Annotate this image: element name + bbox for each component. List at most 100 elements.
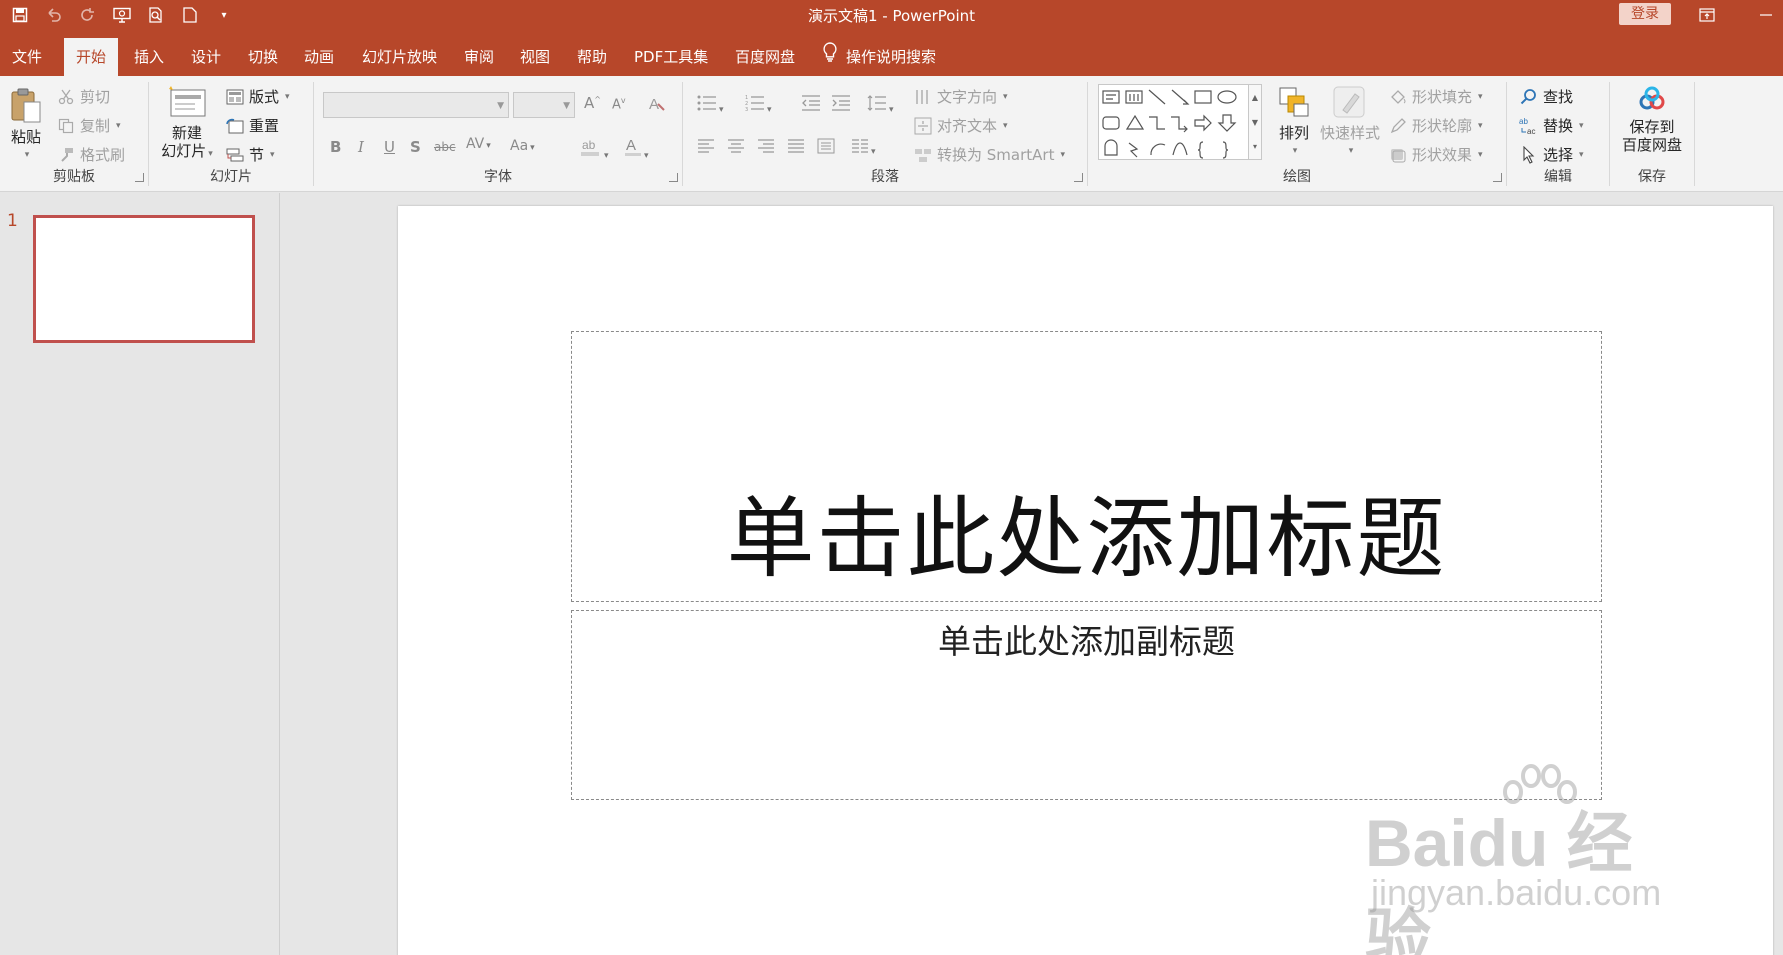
increase-indent-icon[interactable] <box>831 94 851 116</box>
subtitle-placeholder[interactable]: 单击此处添加副标题 <box>571 610 1602 800</box>
distributed-icon[interactable] <box>817 138 835 158</box>
highlight-icon[interactable]: ab ▾ <box>580 136 609 162</box>
find-button[interactable]: 查找 <box>1519 86 1573 107</box>
login-button[interactable]: 登录 <box>1619 3 1671 25</box>
align-text-icon <box>913 116 933 136</box>
font-launcher-icon[interactable] <box>669 173 678 182</box>
layout-label: 版式 <box>249 88 280 106</box>
new-slide-label-2: 幻灯片 ▾ <box>161 142 213 160</box>
numbering-icon[interactable]: 1 2 3 ▾ <box>745 94 772 116</box>
select-button[interactable]: 选择 ▾ <box>1519 144 1584 165</box>
decrease-indent-icon[interactable] <box>801 94 821 116</box>
align-left-icon[interactable] <box>697 138 715 158</box>
quick-styles-button[interactable]: 快速样式 ▾ <box>1318 84 1382 160</box>
font-family-select[interactable]: ▼ <box>323 92 509 118</box>
reset-label: 重置 <box>249 117 280 135</box>
align-right-icon[interactable] <box>757 138 775 158</box>
clear-formatting-icon[interactable]: A <box>648 94 668 118</box>
slide-thumbnail-pane: 1 <box>0 193 280 955</box>
scissors-icon <box>56 87 76 107</box>
clipboard-launcher-icon[interactable] <box>135 173 144 182</box>
strikethrough-icon[interactable]: abc <box>434 140 456 154</box>
tab-review[interactable]: 审阅 <box>460 38 498 76</box>
drawing-launcher-icon[interactable] <box>1493 173 1502 182</box>
format-painter-button[interactable]: 格式刷 <box>56 144 125 165</box>
layout-button[interactable]: 版式 ▾ <box>225 86 290 107</box>
tab-animations[interactable]: 动画 <box>300 38 338 76</box>
drawing-group: ▲ ▼ ▾ 排列 ▾ 快速样式 ▾ 形状填充 ▾ 形状轮廓 ▾ 形状效果 ▾ 绘… <box>1088 80 1506 188</box>
reset-button[interactable]: 重置 <box>225 115 279 136</box>
tab-file[interactable]: 文件 <box>8 38 46 76</box>
line-spacing-icon[interactable]: ▾ <box>867 94 894 116</box>
columns-icon[interactable]: ▾ <box>851 138 876 158</box>
paragraph-launcher-icon[interactable] <box>1074 173 1083 182</box>
ribbon: 粘贴 ▾ 剪切 复制 ▾ 格式刷 剪贴板 新建 幻灯片 ▾ 版式 ▾ 重置 节 … <box>0 76 1783 192</box>
convert-smartart-button[interactable]: 转换为 SmartArt ▾ <box>913 144 1065 165</box>
justify-icon[interactable] <box>787 138 805 158</box>
arrange-button[interactable]: 排列 ▾ <box>1270 84 1318 160</box>
tab-slideshow[interactable]: 幻灯片放映 <box>358 38 441 76</box>
editing-group-label: 编辑 <box>1544 169 1572 185</box>
shape-outline-button[interactable]: 形状轮廓 ▾ <box>1388 115 1483 136</box>
tab-help[interactable]: 帮助 <box>573 38 611 76</box>
font-color-icon[interactable]: A ▾ <box>624 136 649 162</box>
slide-thumbnail[interactable] <box>33 215 255 343</box>
decrease-font-size-icon[interactable]: Av <box>612 96 626 112</box>
editing-group: 查找 ab ac 替换 ▾ 选择 ▾ 编辑 <box>1507 80 1609 188</box>
underline-icon[interactable]: U <box>384 138 395 156</box>
replace-button[interactable]: ab ac 替换 ▾ <box>1519 115 1584 136</box>
tab-view[interactable]: 视图 <box>516 38 554 76</box>
tab-transitions[interactable]: 切换 <box>244 38 282 76</box>
layout-icon <box>225 87 245 107</box>
tab-baidu-netdisk[interactable]: 百度网盘 <box>731 38 799 76</box>
arrange-icon <box>1276 87 1312 124</box>
italic-icon[interactable]: I <box>358 138 364 156</box>
tab-pdf-tools[interactable]: PDF工具集 <box>630 38 712 76</box>
chevron-down-icon[interactable]: ▼ <box>1249 110 1261 135</box>
chevron-up-icon[interactable]: ▲ <box>1249 85 1261 110</box>
tab-insert[interactable]: 插入 <box>130 38 168 76</box>
bold-icon[interactable]: B <box>330 138 341 156</box>
new-slide-icon <box>167 86 207 124</box>
character-spacing-icon[interactable]: AV ▾ <box>466 136 491 152</box>
section-button[interactable]: 节 ▾ <box>225 144 275 165</box>
tab-design[interactable]: 设计 <box>187 38 225 76</box>
align-text-button[interactable]: 对齐文本 ▾ <box>913 115 1008 136</box>
bullets-icon[interactable]: ▾ <box>697 94 724 116</box>
shape-effects-icon <box>1388 145 1408 165</box>
smartart-icon <box>913 145 933 165</box>
new-slide-button[interactable]: 新建 幻灯片 ▾ <box>157 84 217 163</box>
paste-button[interactable]: 粘贴 ▾ <box>6 86 46 164</box>
shape-effects-button[interactable]: 形状效果 ▾ <box>1388 144 1483 165</box>
cut-label: 剪切 <box>80 88 111 106</box>
minimize-icon[interactable] <box>1752 3 1780 27</box>
shapes-gallery-scroll[interactable]: ▲ ▼ ▾ <box>1248 84 1262 160</box>
change-case-icon[interactable]: Aa ▾ <box>510 138 535 154</box>
text-direction-button[interactable]: 文字方向 ▾ <box>913 86 1008 107</box>
gallery-more-icon[interactable]: ▾ <box>1249 135 1261 159</box>
copy-button[interactable]: 复制 ▾ <box>56 115 121 136</box>
tab-home[interactable]: 开始 <box>64 38 119 76</box>
shapes-gallery[interactable] <box>1098 84 1258 160</box>
align-center-icon[interactable] <box>727 138 745 158</box>
search-icon <box>1519 87 1539 107</box>
paste-dropdown-icon[interactable]: ▾ <box>8 146 46 164</box>
shape-effects-label: 形状效果 <box>1412 146 1473 164</box>
slide-canvas[interactable]: 单击此处添加标题 单击此处添加副标题 <box>398 206 1773 955</box>
ribbon-display-icon[interactable] <box>1693 3 1721 27</box>
shape-fill-button[interactable]: 形状填充 ▾ <box>1388 86 1483 107</box>
font-size-select[interactable]: ▼ <box>513 92 575 118</box>
text-shadow-icon[interactable]: S <box>410 138 421 156</box>
save-to-baidu-button[interactable]: 保存到 百度网盘 <box>1614 86 1690 154</box>
increase-font-size-icon[interactable]: A^ <box>584 94 601 112</box>
tell-me-search[interactable]: 操作说明搜索 <box>822 38 936 76</box>
cut-button[interactable]: 剪切 <box>56 86 110 107</box>
section-label: 节 <box>249 146 265 164</box>
text-direction-icon <box>913 87 933 107</box>
pen-icon <box>1388 116 1408 136</box>
select-label: 选择 <box>1543 146 1574 164</box>
quick-styles-icon <box>1331 86 1369 124</box>
title-placeholder[interactable]: 单击此处添加标题 <box>571 331 1602 602</box>
convert-smartart-label: 转换为 SmartArt <box>937 146 1055 164</box>
copy-dropdown-icon[interactable]: ▾ <box>116 121 121 131</box>
